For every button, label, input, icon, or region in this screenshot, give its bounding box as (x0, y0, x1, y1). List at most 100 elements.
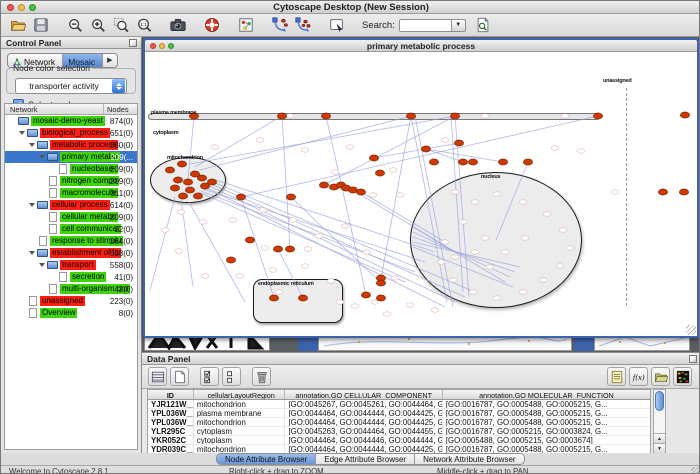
vizmapper-icon[interactable] (237, 16, 255, 34)
expand-triangle-icon[interactable] (29, 203, 35, 207)
graph-node[interactable] (429, 159, 438, 165)
layout-down-icon[interactable] (271, 16, 289, 34)
zoom-selected-icon[interactable] (112, 16, 130, 34)
network-label[interactable]: cell communicat (60, 224, 121, 234)
graph-node[interactable] (458, 159, 467, 165)
tree-row[interactable]: cellular process614(0) (5, 199, 137, 211)
zoom-in-icon[interactable] (89, 16, 107, 34)
tree-row[interactable]: response to stimulu264(0) (5, 235, 137, 247)
tree-row[interactable]: nucleobase-209(0) (5, 163, 137, 175)
graph-node[interactable] (498, 159, 507, 165)
float-panel-icon[interactable] (689, 355, 697, 363)
table-row[interactable]: YPL036W__1mitochondrion[GO:0044464, GO:0… (148, 418, 650, 427)
graph-node[interactable] (593, 113, 602, 119)
graph-node[interactable] (173, 177, 182, 183)
graph-node[interactable] (454, 140, 463, 146)
expand-triangle-icon[interactable] (29, 143, 35, 147)
graph-node[interactable] (468, 159, 477, 165)
tab-node-attribute-browser[interactable]: Node Attribute Browser (217, 454, 316, 464)
tree-row[interactable]: cell communicat22(0) (5, 223, 137, 235)
annotation-icon[interactable] (328, 16, 346, 34)
graph-node[interactable] (375, 170, 384, 176)
graph-node[interactable] (376, 280, 385, 286)
delete-attribute-icon[interactable] (252, 367, 271, 386)
table-row[interactable]: YPL036W__2plasma membrane[GO:0044464, GO… (148, 409, 650, 418)
expand-triangle-icon[interactable] (39, 155, 45, 159)
graph-node[interactable] (245, 237, 254, 243)
graph-node[interactable] (298, 295, 307, 301)
expand-triangle-icon[interactable] (39, 263, 45, 267)
scroll-up-icon[interactable]: ▲ (654, 433, 665, 443)
frame-resize-grip[interactable] (686, 325, 696, 335)
import-icon[interactable] (651, 367, 670, 386)
layout-up-icon[interactable] (294, 16, 312, 34)
window-resize-grip[interactable] (691, 467, 700, 474)
expand-triangle-icon[interactable] (19, 131, 25, 135)
column-header[interactable]: _cellularLayoutRegion (194, 390, 286, 399)
formula-icon[interactable]: f(x) (629, 367, 648, 386)
tree-row[interactable]: establishment of lo558(0) (5, 247, 137, 259)
graph-node[interactable] (165, 167, 174, 173)
graph-node[interactable] (285, 246, 294, 252)
expand-triangle-icon[interactable] (29, 251, 35, 255)
tree-row[interactable]: multi-organism pro42(0) (5, 283, 137, 295)
graph-node[interactable] (193, 193, 202, 199)
tree-row[interactable]: Overview8(0) (5, 307, 137, 319)
network-label[interactable]: Overview (40, 308, 77, 318)
help-icon[interactable] (203, 16, 221, 34)
graph-node[interactable] (269, 295, 278, 301)
graph-node[interactable] (680, 112, 689, 118)
graph-node[interactable] (177, 161, 186, 167)
graph-node[interactable] (369, 155, 378, 161)
tree-row[interactable]: metabolic process280(0) (5, 139, 137, 151)
enhanced-search-icon[interactable] (474, 16, 492, 34)
network-label[interactable]: transport (60, 260, 96, 270)
search-dropdown-button[interactable]: ▼ (451, 19, 466, 32)
network-frame-titlebar[interactable]: primary metabolic process (145, 40, 697, 52)
graph-node[interactable] (178, 193, 187, 199)
tab-edge-attribute-browser[interactable]: Edge Attribute Browser (316, 454, 415, 464)
network-label[interactable]: metabolic process (50, 140, 118, 150)
graph-node[interactable] (658, 189, 667, 195)
graph-node[interactable] (277, 113, 286, 119)
graph-node[interactable] (450, 113, 459, 119)
graph-node[interactable] (679, 189, 688, 195)
network-canvas[interactable]: plasma membrane cytoplasm mitochondrion … (145, 52, 697, 336)
graph-node[interactable] (286, 194, 295, 200)
attribute-table-icon[interactable] (148, 367, 167, 386)
unselect-attributes-icon[interactable] (222, 367, 241, 386)
zoom-fit-icon[interactable]: 1:1 (135, 16, 153, 34)
scrollbar-thumb[interactable] (655, 391, 664, 411)
new-attribute-icon[interactable] (170, 367, 189, 386)
graph-node[interactable] (376, 295, 385, 301)
graph-node[interactable] (319, 182, 328, 188)
tree-row[interactable]: secretion41(0) (5, 271, 137, 283)
graph-node[interactable] (356, 189, 365, 195)
graph-node[interactable] (273, 246, 282, 252)
table-row[interactable]: YLR295Ccytoplasm[GO:0045263, GO:0044464,… (148, 427, 650, 436)
graph-node[interactable] (170, 185, 179, 191)
tree-row[interactable]: macromolecule311(0) (5, 187, 137, 199)
snapshot-icon[interactable] (169, 16, 187, 34)
save-icon[interactable] (32, 16, 50, 34)
scroll-down-icon[interactable]: ▼ (654, 443, 665, 453)
graph-node[interactable] (406, 113, 415, 119)
graph-node[interactable] (523, 159, 532, 165)
table-row[interactable]: YJR121W__1mitochondrion[GO:0045267, GO:0… (148, 400, 650, 409)
tree-row[interactable]: primary metabo209(... (5, 151, 137, 163)
tree-row[interactable]: unassigned223(0) (5, 295, 137, 307)
column-header[interactable]: ID (148, 390, 194, 399)
graph-node[interactable] (185, 187, 194, 193)
column-header[interactable]: annotation.GO CELLULAR_COMPONENT (285, 390, 442, 399)
tree-row[interactable]: biological_process651(0) (5, 127, 137, 139)
tree-row[interactable]: nitrogen compo209(0) (5, 175, 137, 187)
open-icon[interactable] (9, 16, 27, 34)
network-label[interactable]: mosaic-demo-yeast (31, 116, 105, 126)
graph-node[interactable] (183, 179, 192, 185)
tree-row[interactable]: transport558(0) (5, 259, 137, 271)
tab-network-attribute-browser[interactable]: Network Attribute Browser (415, 454, 523, 464)
select-attributes-icon[interactable] (200, 367, 219, 386)
graph-node[interactable] (207, 179, 216, 185)
notes-icon[interactable] (607, 367, 626, 386)
network-label[interactable]: secretion (70, 272, 106, 282)
